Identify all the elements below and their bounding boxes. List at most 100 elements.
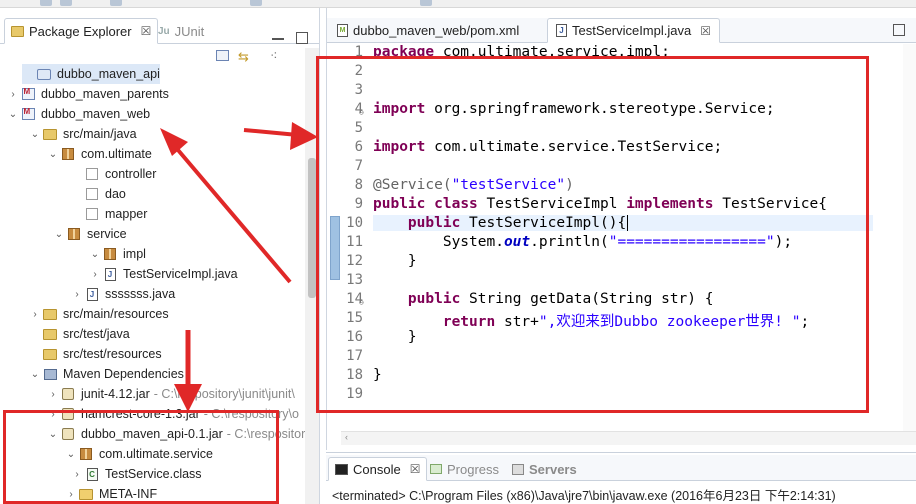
link-with-editor-icon[interactable]: ⇆ (238, 49, 249, 65)
expand-icon[interactable]: › (6, 89, 20, 100)
junit-icon: Ju (158, 25, 170, 37)
tab-testserviceimpl-java[interactable]: J TestServiceImpl.java ☒ (547, 18, 720, 43)
jar-icon-shape (62, 388, 74, 400)
close-icon[interactable]: ☒ (700, 24, 711, 38)
tree-item[interactable]: src/test/java (28, 324, 130, 344)
close-icon[interactable]: ☒ (410, 462, 421, 476)
jar-path: - C:\respository\junit\junit\ (153, 387, 295, 401)
tree-item[interactable]: › Jsssssss.java (70, 284, 175, 304)
tree-item-label: src/test/resources (63, 347, 162, 361)
empty-package-icon-shape (86, 188, 98, 200)
expand-icon[interactable]: › (46, 389, 60, 400)
main-toolbar (0, 0, 916, 8)
tree-item-label: dao (105, 187, 126, 201)
collapse-icon[interactable]: ⌄ (6, 109, 20, 120)
console-icon (335, 463, 348, 475)
tree-item[interactable]: dubbo_maven_api (22, 64, 160, 84)
console-output: <terminated> C:\Program Files (x86)\Java… (332, 489, 836, 503)
tree-item-label: src/main/java (63, 127, 137, 141)
tree-item[interactable]: ⌄ src/main/java (28, 124, 137, 144)
package-icon-shape (62, 148, 74, 160)
source-folder-icon-shape (43, 328, 57, 340)
tree-item[interactable]: controller (70, 164, 156, 184)
minimize-icon[interactable] (272, 38, 284, 40)
highlight-box-editor (316, 56, 869, 413)
java-file-icon: J (556, 24, 567, 37)
progress-icon (430, 464, 442, 474)
tree-item-label: controller (105, 167, 157, 181)
console-tab-bar: Console ☒ Progress Servers (326, 455, 916, 481)
tree-item[interactable]: ⌄ impl (88, 244, 146, 264)
tab-label: Servers (529, 461, 577, 477)
tree-item[interactable]: mapper (70, 204, 147, 224)
view-menu-icon[interactable]: ⁖ (270, 48, 278, 64)
empty-package-icon (84, 187, 100, 201)
scroll-left-icon[interactable]: ‹ (345, 432, 348, 442)
tree-item[interactable]: › dubbo_maven_parents (6, 84, 169, 104)
tab-console[interactable]: Console ☒ (328, 457, 428, 481)
toolbar-button[interactable] (250, 0, 262, 6)
tree-item-label: src/test/java (63, 327, 130, 341)
tree-item[interactable]: ⌄ com.ultimate (46, 144, 152, 164)
left-tab-bar: Package Explorer ☒ Ju JUnit (0, 18, 319, 44)
tab-servers[interactable]: Servers (506, 457, 583, 481)
project-icon (36, 67, 52, 81)
tree-item[interactable]: src/test/resources (28, 344, 162, 364)
source-folder-icon (42, 347, 58, 361)
tree-item[interactable]: › junit-4.12.jar - C:\respository\junit\ju… (46, 384, 295, 404)
tab-label: TestServiceImpl.java (572, 23, 692, 38)
package-icon (60, 147, 76, 161)
tab-junit[interactable]: Ju JUnit (152, 18, 210, 44)
maven-project-icon (20, 87, 36, 101)
tree-item[interactable]: ⌄ service (52, 224, 127, 244)
tab-pom-xml[interactable]: M dubbo_maven_web/pom.xml (329, 18, 527, 43)
java-file-icon: J (84, 287, 100, 301)
tab-label: Package Explorer (29, 23, 132, 39)
source-folder-icon-shape (43, 308, 57, 320)
maven-project-icon (20, 107, 36, 121)
package-icon-shape (104, 248, 116, 260)
toolbar-button[interactable] (420, 0, 432, 6)
jar-icon (60, 387, 76, 401)
close-icon[interactable]: ☒ (141, 24, 152, 38)
tree-item[interactable]: dao (70, 184, 126, 204)
collapse-icon[interactable]: ⌄ (46, 149, 60, 160)
editor-horizontal-scrollbar[interactable]: ‹ (341, 431, 916, 445)
package-icon-shape (68, 228, 80, 240)
tree-item[interactable]: ⌄ Maven Dependencies (28, 364, 184, 384)
expand-icon[interactable]: › (28, 309, 42, 320)
tree-item-label: com.ultimate (81, 147, 152, 161)
tree-item[interactable]: ⌄ dubbo_maven_web (6, 104, 150, 124)
tree-item-label: service (87, 227, 127, 241)
tab-package-explorer[interactable]: Package Explorer ☒ (4, 18, 159, 44)
tree-item[interactable]: › src/main/resources (28, 304, 169, 324)
package-explorer-icon (11, 25, 24, 37)
maven-project-icon-shape (21, 87, 35, 100)
tree-item-label: TestServiceImpl.java (123, 267, 238, 281)
collapse-icon[interactable]: ⌄ (28, 369, 42, 380)
empty-package-icon-shape (86, 208, 98, 220)
source-folder-icon (42, 127, 58, 141)
editor-vertical-scrollbar[interactable] (903, 44, 916, 432)
toolbar-button[interactable] (40, 0, 52, 6)
toolbar-button[interactable] (60, 0, 72, 6)
tab-progress[interactable]: Progress (424, 457, 505, 481)
maximize-icon[interactable] (893, 24, 905, 36)
maximize-icon[interactable] (296, 32, 308, 44)
scrollbar-thumb[interactable] (308, 158, 316, 298)
tab-label: JUnit (174, 23, 205, 39)
collapse-all-icon[interactable] (216, 50, 229, 61)
tree-item[interactable]: › J TestServiceImpl.java (88, 264, 238, 284)
collapse-icon[interactable]: ⌄ (52, 229, 66, 240)
toolbar-button[interactable] (110, 0, 122, 6)
collapse-icon[interactable]: ⌄ (88, 249, 102, 260)
java-file-icon: J (102, 267, 118, 281)
expand-icon[interactable]: › (88, 269, 102, 280)
collapse-icon[interactable]: ⌄ (28, 129, 42, 140)
empty-package-icon-shape (86, 168, 98, 180)
tab-label: Console (353, 461, 401, 477)
tree-item-label: Maven Dependencies (63, 367, 184, 381)
tree-item-label: dubbo_maven_api (57, 67, 160, 81)
tree-item-label: src/main/resources (63, 307, 169, 321)
expand-icon[interactable]: › (70, 289, 84, 300)
